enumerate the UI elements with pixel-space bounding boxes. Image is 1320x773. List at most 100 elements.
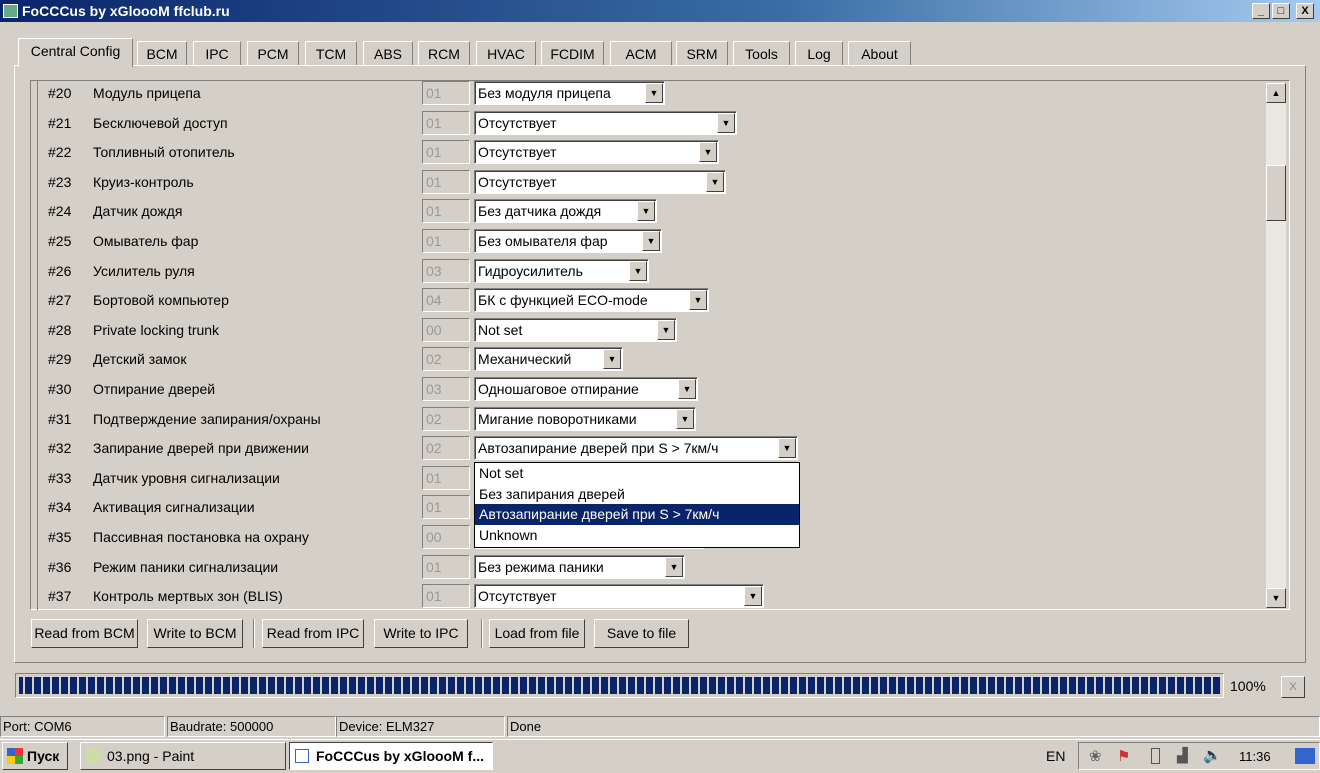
chevron-down-icon[interactable]: ▼: [717, 112, 735, 133]
battery-icon[interactable]: [1151, 748, 1160, 764]
language-indicator[interactable]: EN: [1046, 748, 1065, 764]
chevron-down-icon[interactable]: ▼: [642, 231, 660, 251]
param-name: Пассивная постановка на охрану: [93, 529, 309, 545]
close-button[interactable]: X: [1296, 3, 1314, 19]
scroll-down-button[interactable]: ▼: [1266, 588, 1286, 608]
load-from-file-button[interactable]: Load from file: [489, 619, 585, 648]
param-number: #28: [48, 321, 72, 338]
tab-about[interactable]: About: [848, 41, 911, 65]
param-select[interactable]: Без режима паники ▼: [474, 554, 685, 579]
chevron-down-icon[interactable]: ▼: [678, 379, 696, 399]
selected-value: Автозапирание дверей при S > 7км/ч: [478, 440, 719, 457]
tab-ipc[interactable]: IPC: [193, 41, 241, 65]
param-select[interactable]: Not set ▼: [474, 317, 677, 342]
chevron-down-icon[interactable]: ▼: [706, 171, 724, 192]
param-value: 03: [422, 377, 470, 401]
system-tray: ❀ ⚑ ▟ 🔈 11:36: [1078, 742, 1320, 770]
chevron-down-icon[interactable]: ▼: [629, 260, 647, 281]
param-select[interactable]: Механический ▼: [474, 347, 623, 372]
param-select[interactable]: Отсутствует ▼: [474, 584, 764, 609]
param-value: 02: [422, 406, 470, 431]
chevron-down-icon[interactable]: ▼: [645, 83, 663, 103]
tab-srm[interactable]: SRM: [676, 41, 728, 65]
tab-tcm[interactable]: TCM: [305, 41, 357, 65]
param-select[interactable]: Гидроусилитель ▼: [474, 258, 649, 283]
progress-bar: [15, 673, 1224, 698]
write-to-ipc-button[interactable]: Write to IPC: [374, 619, 468, 648]
read-from-bcm-button[interactable]: Read from BCM: [31, 619, 138, 648]
volume-icon[interactable]: 🔈: [1203, 746, 1222, 764]
chevron-down-icon[interactable]: ▼: [676, 408, 694, 429]
tab-log[interactable]: Log: [795, 41, 843, 65]
param-name: Усилитель руля: [93, 262, 195, 279]
param-name: Private locking trunk: [93, 321, 220, 338]
param-number: #24: [48, 203, 72, 220]
scroll-up-button[interactable]: ▲: [1266, 83, 1286, 103]
scroll-thumb[interactable]: [1266, 165, 1286, 221]
selected-value: Гидроусилитель: [478, 262, 583, 279]
dropdown-option[interactable]: Not set: [475, 463, 799, 484]
tab-abs[interactable]: ABS: [363, 41, 413, 65]
param-select[interactable]: Отсутствует ▼: [474, 140, 719, 165]
param-select[interactable]: Одношаговое отпирание ▼: [474, 377, 698, 401]
param-select[interactable]: Отсутствует ▼: [474, 169, 726, 194]
param-value: 00: [422, 525, 470, 549]
tab-central-config[interactable]: Central Config: [18, 38, 133, 67]
vertical-scrollbar[interactable]: ▲ ▼: [1266, 83, 1286, 608]
read-from-ipc-button[interactable]: Read from IPC: [262, 619, 364, 648]
param-value: 03: [422, 258, 470, 283]
status-panel: Baudrate: 500000: [167, 716, 336, 737]
save-to-file-button[interactable]: Save to file: [594, 619, 689, 648]
show-desktop-icon[interactable]: [1295, 748, 1315, 764]
clock[interactable]: 11:36: [1239, 749, 1271, 764]
param-select[interactable]: Автозапирание дверей при S > 7км/ч ▼: [474, 436, 798, 461]
chevron-down-icon[interactable]: ▼: [778, 438, 796, 459]
param-select[interactable]: Без модуля прицепа ▼: [474, 81, 665, 105]
param-name: Режим паники сигнализации: [93, 558, 279, 575]
param-value: 02: [422, 436, 470, 461]
toolbar-separator: [253, 619, 255, 648]
selected-value: Одношаговое отпирание: [478, 381, 639, 397]
taskbar-item-paint[interactable]: 03.png - Paint: [80, 742, 286, 770]
param-select[interactable]: Без омывателя фар ▼: [474, 229, 662, 253]
progress-label: 100%: [1230, 678, 1266, 694]
param-value: 01: [422, 110, 470, 135]
chevron-down-icon[interactable]: ▼: [665, 556, 683, 577]
tab-fcdim[interactable]: FCDIM: [541, 41, 604, 65]
tab-bcm[interactable]: BCM: [137, 41, 187, 65]
chevron-down-icon[interactable]: ▼: [744, 586, 762, 607]
cancel-button[interactable]: X: [1281, 676, 1305, 698]
tab-hvac[interactable]: HVAC: [476, 41, 536, 65]
param-select[interactable]: Без датчика дождя ▼: [474, 199, 657, 224]
param-name: Круиз-контроль: [93, 173, 194, 190]
param-name: Бесключевой доступ: [93, 114, 228, 131]
dropdown-option[interactable]: Unknown: [475, 525, 799, 546]
param-select[interactable]: Отсутствует ▼: [474, 110, 737, 135]
chevron-down-icon[interactable]: ▼: [689, 290, 707, 311]
taskbar-item-foccus[interactable]: FoCCCus by xGloooM f...: [289, 742, 493, 770]
dropdown-list[interactable]: Not set Без запирания дверей Автозапирание…: [474, 462, 800, 548]
tab-acm[interactable]: ACM: [610, 41, 672, 65]
dropdown-option[interactable]: Автозапирание дверей при S > 7км/ч: [475, 504, 799, 525]
param-name: Модуль прицепа: [93, 85, 201, 101]
chevron-down-icon[interactable]: ▼: [637, 201, 655, 222]
dropdown-option[interactable]: Без запирания дверей: [475, 484, 799, 505]
param-select[interactable]: БК с функцией ECO-mode ▼: [474, 288, 709, 313]
tab-rcm[interactable]: RCM: [418, 41, 470, 65]
write-to-bcm-button[interactable]: Write to BCM: [147, 619, 243, 648]
tab-tools[interactable]: Tools: [733, 41, 790, 65]
param-name: Подтверждение запирания/охраны: [93, 410, 321, 427]
maximize-button[interactable]: □: [1272, 3, 1290, 19]
dropbox-icon[interactable]: ❀: [1089, 747, 1102, 765]
tab-pcm[interactable]: PCM: [247, 41, 299, 65]
action-center-flag-icon[interactable]: ⚑: [1117, 747, 1130, 765]
minimize-button[interactable]: _: [1252, 3, 1270, 19]
chevron-down-icon[interactable]: ▼: [657, 319, 675, 340]
chevron-down-icon[interactable]: ▼: [603, 349, 621, 370]
param-value: 01: [422, 495, 470, 520]
param-select[interactable]: Мигание поворотниками ▼: [474, 406, 696, 431]
chevron-down-icon[interactable]: ▼: [699, 142, 717, 163]
start-button[interactable]: Пуск: [2, 742, 68, 770]
network-icon[interactable]: ▟: [1177, 747, 1188, 764]
windows-logo-icon: [7, 748, 23, 764]
